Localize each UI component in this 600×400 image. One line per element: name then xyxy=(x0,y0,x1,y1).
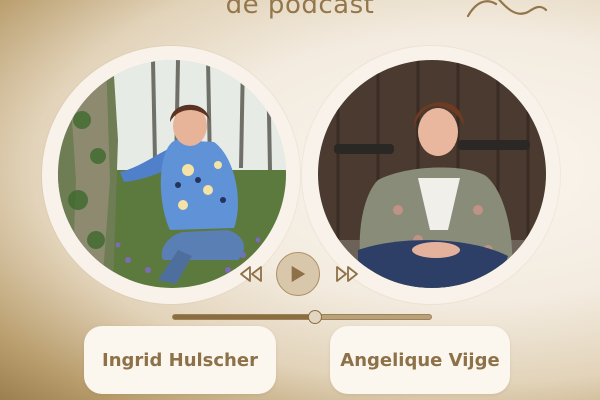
guest-photo-ingrid xyxy=(58,60,286,288)
guest-name-angelique: Angelique Vijge xyxy=(340,349,500,371)
fast-forward-icon xyxy=(336,266,358,282)
rewind-icon xyxy=(240,266,262,282)
guest-name-card-ingrid: Ingrid Hulscher xyxy=(84,326,276,394)
rewind-button[interactable] xyxy=(238,265,264,283)
guest-name-ingrid: Ingrid Hulscher xyxy=(102,349,258,371)
script-logo-icon xyxy=(466,0,548,18)
progress-thumb[interactable] xyxy=(308,310,322,324)
guest-photo-angelique xyxy=(318,60,546,288)
play-icon xyxy=(291,265,306,283)
progress-fill xyxy=(173,315,316,319)
guest-name-card-angelique: Angelique Vijge xyxy=(330,326,510,394)
play-button[interactable] xyxy=(276,252,320,296)
fast-forward-button[interactable] xyxy=(334,265,360,283)
progress-bar[interactable] xyxy=(172,314,432,320)
